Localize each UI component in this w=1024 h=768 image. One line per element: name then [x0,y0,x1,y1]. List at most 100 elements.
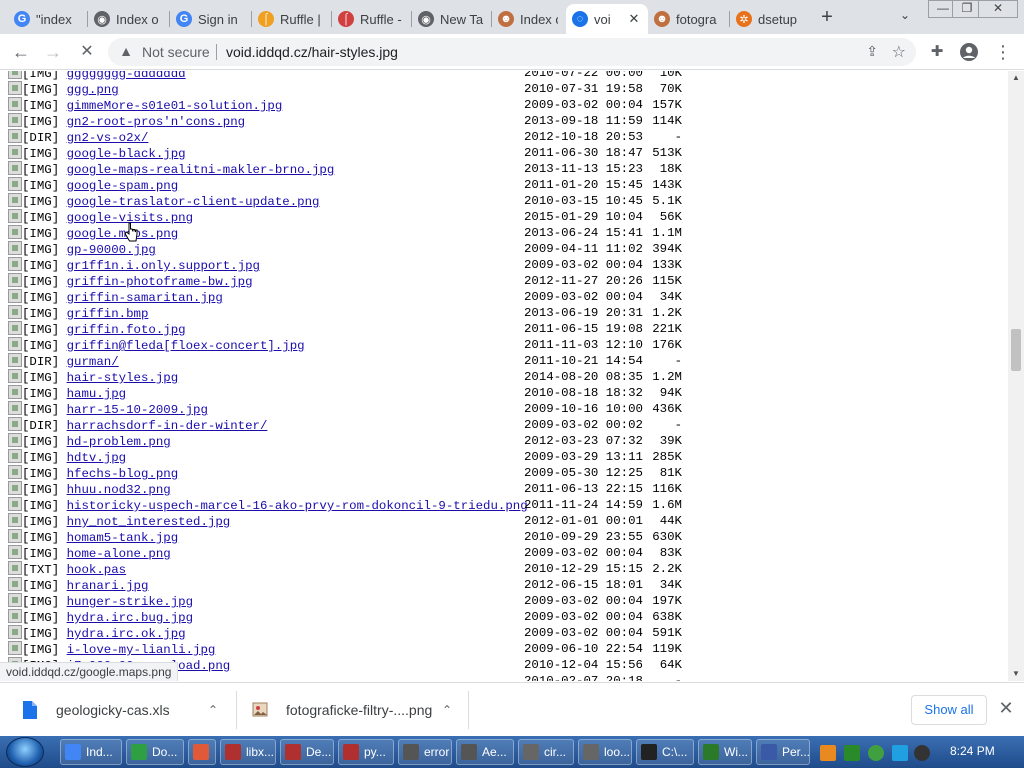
file-link[interactable]: gn2-root-pros'n'cons.png [67,115,245,129]
file-size: 436K [652,402,682,416]
file-link[interactable]: i-love-my-lianli.jpg [67,643,216,657]
browser-tab[interactable]: ✲ dsetup [730,4,808,34]
file-link[interactable]: hdtv.jpg [67,451,127,465]
file-link[interactable]: gggggggg-ddddddd [67,71,186,81]
file-link[interactable]: google-black.jpg [67,147,186,161]
chevron-up-icon[interactable]: ⌃ [442,703,452,717]
windows-taskbar: Ind... Do... libx... De... py... error Ae... ci… [0,736,1024,768]
file-link[interactable]: harr-15-10-2009.jpg [67,403,208,417]
download-item[interactable]: geologicky-cas.xls ⌃ [22,683,232,737]
browser-tab[interactable]: ☻ fotogra [648,4,728,34]
file-link[interactable]: gp-90000.jpg [67,243,156,257]
browser-tab[interactable]: ⌠ Ruffle - [332,4,410,34]
ruffle-icon: ⌠ [258,11,274,27]
tab-search-button[interactable]: ⌄ [896,8,914,26]
extensions-puzzle-icon[interactable]: ✚ [926,42,948,64]
address-bar[interactable]: ▲ Not secure void.iddqd.cz/hair-styles.j… [108,38,916,66]
file-link[interactable]: google-spam.png [67,179,179,193]
file-type-icon [8,113,22,127]
file-link[interactable]: historicky-uspech-marcel-16-ako-prvy-rom… [67,499,528,513]
vertical-scrollbar[interactable]: ▲ ▼ [1008,71,1024,681]
file-link[interactable]: hfechs-blog.png [67,467,179,481]
close-window-button[interactable]: ✕ [978,0,1018,18]
file-link[interactable]: harrachsdorf-in-der-winter/ [67,419,268,433]
taskbar-button[interactable]: error [398,739,452,765]
taskbar-button[interactable]: C:\... [636,739,694,765]
scroll-up-arrow[interactable]: ▲ [1008,71,1024,85]
tray-volume-icon[interactable] [914,745,930,761]
file-link[interactable]: gr1ff1n.i.only.support.jpg [67,259,260,273]
download-item[interactable]: fotograficke-filtry-....png ⌃ [252,683,462,737]
taskbar-button[interactable]: py... [338,739,394,765]
file-type-label: [IMG] [22,323,60,337]
tray-spreadsheet-icon[interactable] [844,745,860,761]
file-link[interactable]: griffin.bmp [67,307,149,321]
file-link[interactable]: griffin-samaritan.jpg [67,291,223,305]
taskbar-button[interactable]: loo... [578,739,632,765]
taskbar-button[interactable]: Ae... [456,739,514,765]
browser-tab[interactable]: ◉ Index o [88,4,168,34]
tray-security-icon[interactable] [868,745,884,761]
file-type-label: [DIR] [22,131,60,145]
file-link[interactable]: hny_not_interested.jpg [67,515,231,529]
forward-button[interactable]: → [42,42,64,64]
file-link[interactable]: ggg.png [67,83,119,97]
warning-icon[interactable]: ▲ [118,43,134,59]
file-link[interactable]: hhuu.nod32.png [67,483,171,497]
file-type-label: [IMG] [22,339,60,353]
chevron-up-icon[interactable]: ⌃ [208,703,218,717]
taskbar-button[interactable]: cir... [518,739,574,765]
file-link[interactable]: hd-problem.png [67,435,171,449]
file-link[interactable]: gurman/ [67,355,119,369]
new-tab-button[interactable]: + [816,6,838,28]
file-link[interactable]: hranari.jpg [67,579,149,593]
browser-tab[interactable]: G "index [8,4,86,34]
file-link[interactable]: google-traslator-client-update.png [67,195,320,209]
file-link[interactable]: hydra.irc.ok.jpg [67,627,186,641]
browser-tab[interactable]: ◉ New Ta [412,4,490,34]
stop-button[interactable]: ✕ [76,42,98,64]
file-link[interactable]: hook.pas [67,563,127,577]
file-link[interactable]: hydra.irc.bug.jpg [67,611,193,625]
file-link[interactable]: griffin-photoframe-bw.jpg [67,275,253,289]
browser-tab[interactable]: G Sign in [170,4,250,34]
file-link[interactable]: gn2-vs-o2x/ [67,131,149,145]
close-download-shelf-icon[interactable]: ✕ [996,698,1016,718]
file-size: 119K [652,642,682,656]
taskbar-button[interactable]: Wi... [698,739,752,765]
taskbar-button[interactable]: libx... [220,739,276,765]
security-label[interactable]: Not secure [142,44,210,60]
file-link[interactable]: google-maps-realitni-makler-brno.jpg [67,163,335,177]
bookmark-star-icon[interactable]: ☆ [892,42,906,62]
file-link[interactable]: hair-styles.jpg [67,371,179,385]
file-link[interactable]: homam5-tank.jpg [67,531,179,545]
taskbar-button[interactable]: Ind... [60,739,122,765]
start-button[interactable] [6,737,44,767]
file-link[interactable]: hamu.jpg [67,387,127,401]
file-link[interactable]: hunger-strike.jpg [67,595,193,609]
share-icon[interactable]: ⇪ [866,43,878,60]
menu-kebab-icon[interactable]: ⋮ [992,42,1014,64]
file-link[interactable]: gimmeMore-s01e01-solution.jpg [67,99,283,113]
back-button[interactable]: ← [10,42,32,64]
profile-person-icon[interactable] [958,42,980,64]
scroll-thumb[interactable] [1011,329,1021,371]
close-tab-icon[interactable]: ✕ [626,11,642,27]
file-link[interactable]: google.maps.png [67,227,179,241]
tray-network-icon[interactable] [892,745,908,761]
browser-tab[interactable]: ☻ Index o [492,4,564,34]
scroll-down-arrow[interactable]: ▼ [1008,667,1024,681]
browser-tab[interactable]: ◌ voi ✕ [566,4,648,34]
file-link[interactable]: griffin.foto.jpg [67,323,186,337]
file-link[interactable]: home-alone.png [67,547,171,561]
taskbar-clock[interactable]: 8:24 PM [950,744,995,758]
url-text[interactable]: void.iddqd.cz/hair-styles.jpg [226,44,398,60]
taskbar-button[interactable]: De... [280,739,334,765]
show-all-downloads-button[interactable]: Show all [911,695,987,725]
file-link[interactable]: griffin@fleda[floex-concert].jpg [67,339,305,353]
taskbar-button[interactable]: Per... [756,739,810,765]
taskbar-button[interactable]: Do... [126,739,184,765]
browser-tab[interactable]: ⌠ Ruffle | [252,4,330,34]
tray-vlc-icon[interactable] [820,745,836,761]
taskbar-button[interactable] [188,739,216,765]
